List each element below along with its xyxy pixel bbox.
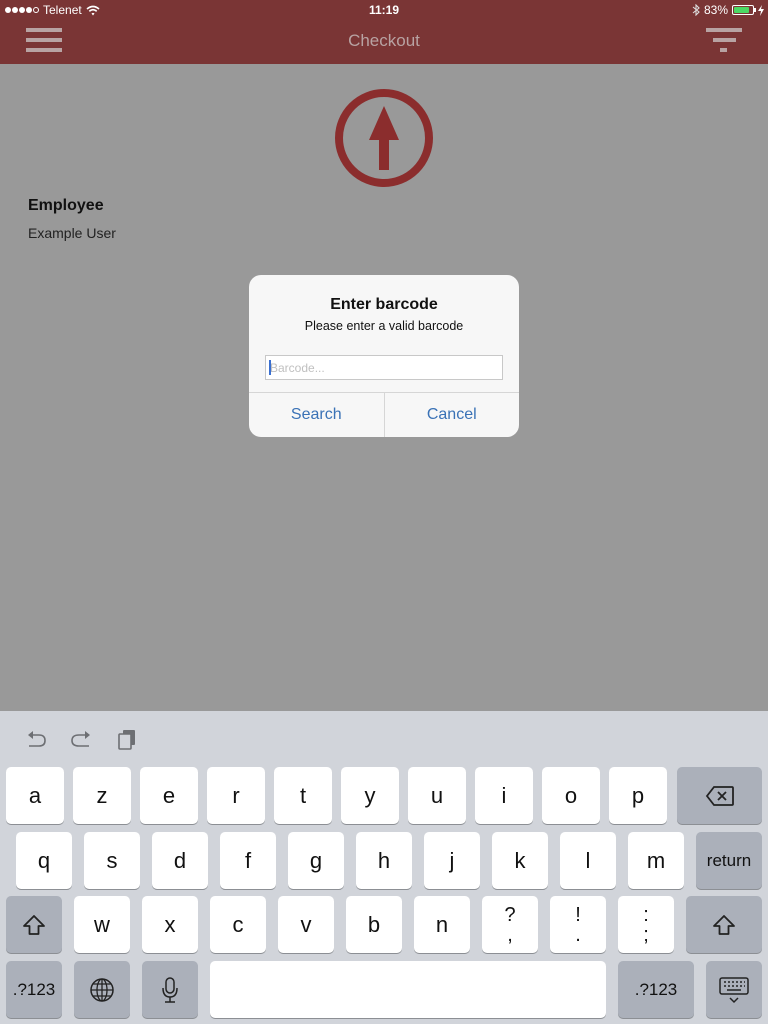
- key-m[interactable]: m: [628, 832, 684, 889]
- key-v[interactable]: v: [278, 896, 334, 953]
- key-k[interactable]: k: [492, 832, 548, 889]
- hide-keyboard-icon: [719, 976, 749, 1003]
- undo-icon[interactable]: [24, 727, 48, 751]
- microphone-key[interactable]: [142, 961, 198, 1018]
- shift-key-left[interactable]: [6, 896, 62, 953]
- filter-icon[interactable]: [706, 28, 742, 54]
- status-bar: Telenet 11:19 83%: [0, 0, 768, 20]
- shift-key-right[interactable]: [686, 896, 762, 953]
- clock: 11:19: [368, 3, 400, 17]
- backspace-icon: [705, 785, 734, 806]
- key-c[interactable]: c: [210, 896, 266, 953]
- key-t[interactable]: t: [274, 767, 332, 824]
- cancel-button[interactable]: Cancel: [383, 393, 520, 437]
- barcode-input[interactable]: [265, 355, 503, 380]
- key-r[interactable]: r: [207, 767, 265, 824]
- key-y[interactable]: y: [341, 767, 399, 824]
- key-punct-2[interactable]: :;: [618, 896, 674, 953]
- key-bottom-char: ;: [643, 923, 649, 946]
- key-d[interactable]: d: [152, 832, 208, 889]
- key-g[interactable]: g: [288, 832, 344, 889]
- key-h[interactable]: h: [356, 832, 412, 889]
- numbers-key-right[interactable]: .?123: [618, 961, 694, 1018]
- barcode-alert-dialog: Enter barcode Please enter a valid barco…: [249, 275, 519, 437]
- key-top-char: !: [575, 903, 581, 926]
- key-x[interactable]: x: [142, 896, 198, 953]
- redo-icon[interactable]: [69, 727, 93, 751]
- key-b[interactable]: b: [346, 896, 402, 953]
- key-s[interactable]: s: [84, 832, 140, 889]
- space-key[interactable]: [210, 961, 606, 1018]
- keyboard-toolbar: [0, 711, 768, 767]
- key-u[interactable]: u: [408, 767, 466, 824]
- shift-icon: [23, 914, 45, 935]
- return-key[interactable]: return: [696, 832, 762, 889]
- key-j[interactable]: j: [424, 832, 480, 889]
- numbers-key-left[interactable]: .?123: [6, 961, 62, 1018]
- key-z[interactable]: z: [73, 767, 131, 824]
- upload-arrow-circle-icon[interactable]: [334, 88, 434, 188]
- key-n[interactable]: n: [414, 896, 470, 953]
- app-header: Telenet 11:19 83% Checkout: [0, 0, 768, 64]
- battery-percent: 83%: [703, 3, 728, 17]
- key-e[interactable]: e: [140, 767, 198, 824]
- key-p[interactable]: p: [609, 767, 667, 824]
- hide-keyboard-key[interactable]: [706, 961, 762, 1018]
- key-o[interactable]: o: [542, 767, 600, 824]
- key-top-char: ?: [504, 903, 516, 926]
- alert-title: Enter barcode: [330, 296, 438, 313]
- key-bottom-char: ,: [507, 923, 513, 946]
- text-caret: [269, 360, 271, 375]
- alert-message: Please enter a valid barcode: [304, 319, 464, 333]
- key-top-char: :: [643, 903, 649, 926]
- microphone-icon: [162, 976, 178, 1003]
- key-punct-1[interactable]: !.: [550, 896, 606, 953]
- shift-icon: [713, 914, 735, 935]
- charging-icon: [758, 4, 764, 16]
- key-w[interactable]: w: [74, 896, 130, 953]
- page-title: Checkout: [348, 31, 420, 50]
- battery-icon: [732, 5, 756, 15]
- key-i[interactable]: i: [475, 767, 533, 824]
- employee-value: Example User: [28, 225, 116, 241]
- key-l[interactable]: l: [560, 832, 616, 889]
- key-bottom-char: .: [575, 923, 581, 946]
- key-punct-0[interactable]: ?,: [482, 896, 538, 953]
- on-screen-keyboard: a z e r t y u i o p q s d f g h j k l m return w x c v b n?,!.:;.?…: [0, 711, 768, 1024]
- globe-key[interactable]: [74, 961, 130, 1018]
- key-f[interactable]: f: [220, 832, 276, 889]
- bluetooth-icon: [692, 4, 700, 16]
- globe-icon: [90, 977, 114, 1002]
- paste-icon[interactable]: [115, 727, 139, 751]
- alert-button-row: Search Cancel: [249, 392, 519, 437]
- key-q[interactable]: q: [16, 832, 72, 889]
- search-button[interactable]: Search: [249, 393, 384, 437]
- employee-label: Employee: [28, 197, 104, 214]
- delete-key[interactable]: [677, 767, 762, 824]
- key-a[interactable]: a: [6, 767, 64, 824]
- status-right: 83%: [692, 3, 764, 17]
